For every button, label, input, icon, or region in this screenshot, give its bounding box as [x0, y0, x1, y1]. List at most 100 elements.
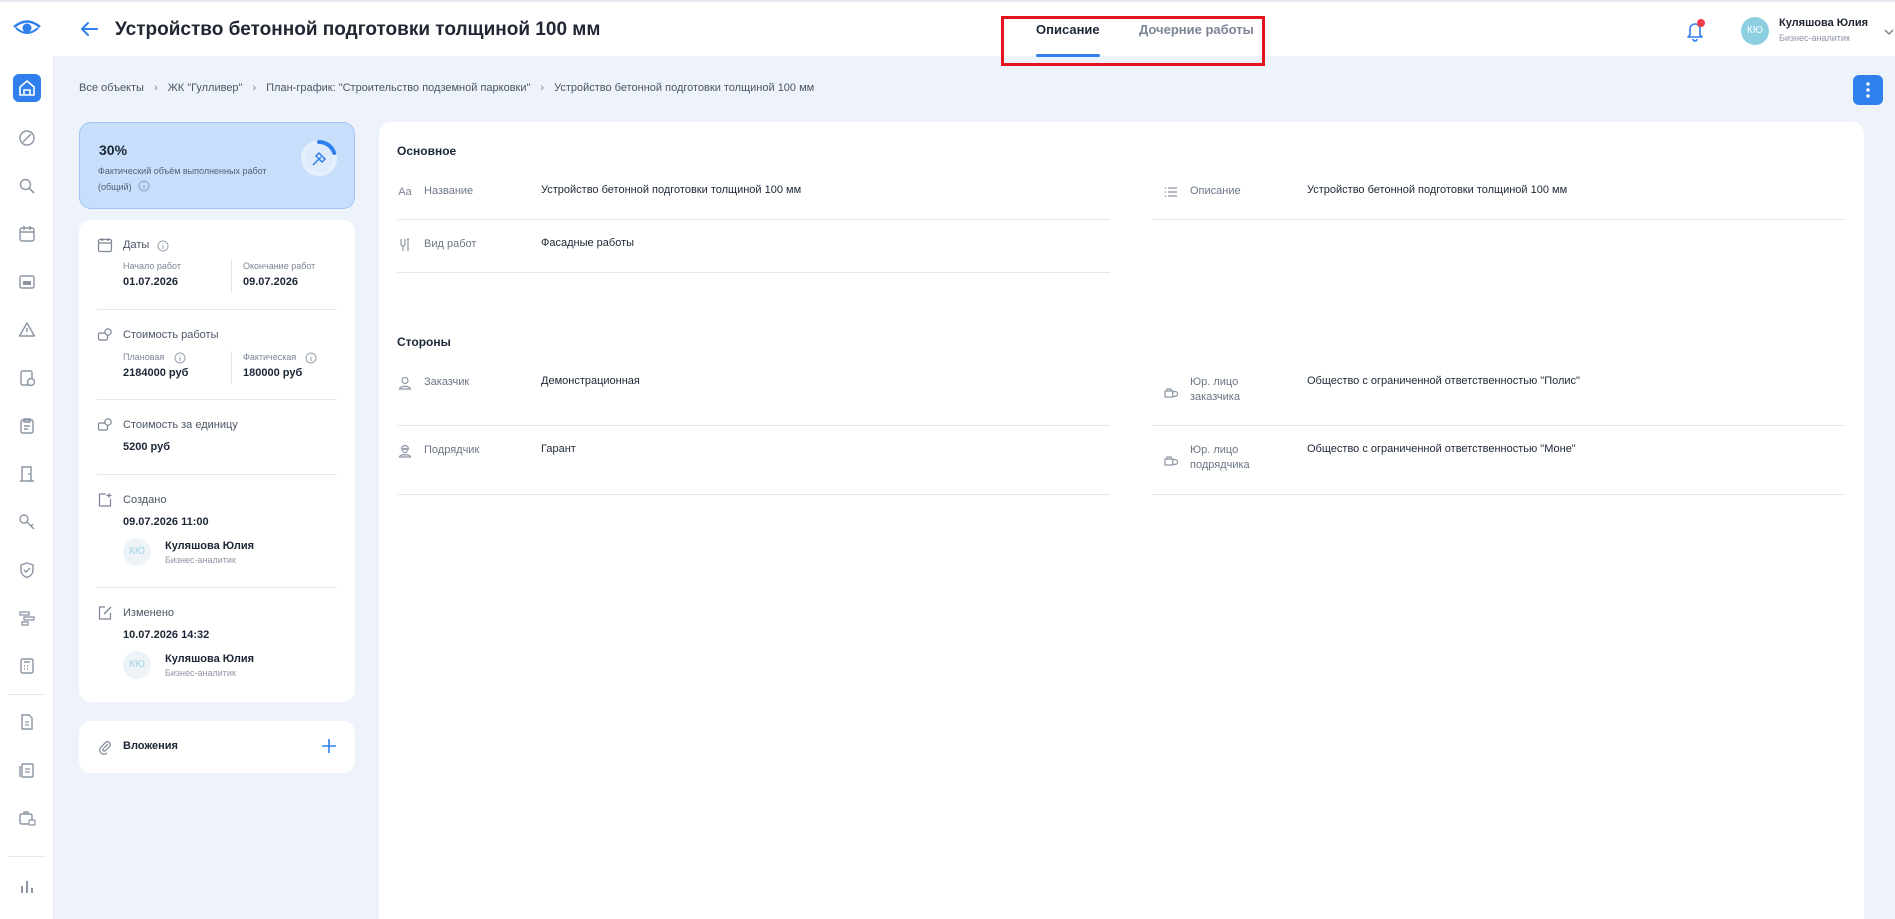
rail-divider	[8, 856, 46, 857]
person-icon	[397, 375, 413, 391]
info-icon[interactable]	[174, 351, 186, 364]
list-icon	[1163, 184, 1179, 200]
created-by-name: Куляшова Юлия	[165, 540, 255, 552]
info-icon[interactable]	[305, 351, 317, 364]
door-icon[interactable]	[15, 462, 39, 486]
checklist-icon[interactable]	[15, 366, 39, 390]
customer-label: Заказчик	[424, 376, 470, 388]
breadcrumb-item[interactable]: План-график: "Строительство подземной па…	[266, 82, 530, 94]
divider	[97, 474, 337, 475]
name-label: Название	[424, 185, 474, 197]
top-bar: Устройство бетонной подготовки толщиной …	[0, 0, 1895, 66]
breadcrumb: Все объекты › ЖК "Гулливер" › План-графи…	[79, 82, 814, 94]
chevron-right-icon: ›	[252, 82, 257, 94]
eye-logo-icon[interactable]	[12, 18, 42, 38]
back-arrow-icon[interactable]	[78, 18, 100, 40]
avatar: КЮ	[123, 538, 151, 566]
edit-icon	[97, 605, 113, 621]
divider	[397, 219, 1110, 220]
divider	[1153, 494, 1845, 495]
more-options-button[interactable]	[1853, 75, 1883, 105]
progress-ring-icon	[299, 138, 339, 178]
user-avatar[interactable]: КЮ	[1741, 17, 1769, 45]
modified-by-role: Бизнес-аналитик	[165, 668, 236, 678]
contractor-value: Гарант	[541, 443, 576, 455]
key-icon[interactable]	[15, 510, 39, 534]
text-format-icon: Aa	[398, 186, 412, 198]
chevron-right-icon: ›	[153, 82, 158, 94]
progress-label-text: Фактический объём выполненных работ (общ…	[98, 166, 267, 192]
created-by-role: Бизнес-аналитик	[165, 555, 236, 565]
clipboard-icon[interactable]	[15, 414, 39, 438]
calendar-icon[interactable]	[15, 222, 39, 246]
divider	[97, 587, 337, 588]
divider	[97, 399, 337, 400]
user-name[interactable]: Куляшова Юлия	[1779, 17, 1868, 29]
planned-cost-value: 2184000 руб	[123, 367, 189, 379]
work-type-value: Фасадные работы	[541, 237, 635, 249]
cost-title: Стоимость работы	[123, 329, 219, 341]
avatar: КЮ	[123, 651, 151, 679]
start-date-value: 01.07.2026	[123, 276, 179, 288]
home-icon[interactable]	[13, 74, 41, 102]
breadcrumb-current: Устройство бетонной подготовки толщиной …	[554, 82, 815, 94]
legal-entity-icon	[1163, 452, 1179, 468]
attachments-title: Вложения	[123, 740, 178, 752]
end-date-value: 09.07.2026	[243, 276, 299, 288]
divider	[231, 260, 232, 292]
document-icon[interactable]	[15, 710, 39, 734]
name-value: Устройство бетонной подготовки толщиной …	[541, 184, 802, 196]
modified-datetime: 10.07.2026 14:32	[123, 629, 210, 641]
created-title: Создано	[123, 494, 167, 506]
search-icon[interactable]	[15, 174, 39, 198]
description-label: Описание	[1190, 185, 1241, 197]
start-date-label: Начало работ	[123, 261, 181, 271]
kebab-icon	[1866, 82, 1870, 98]
end-date-label: Окончание работ	[243, 261, 316, 271]
actual-cost-value: 180000 руб	[243, 367, 303, 379]
notification-dot	[1697, 19, 1705, 27]
actual-cost-label: Фактическая	[243, 352, 297, 362]
compass-icon[interactable]	[15, 126, 39, 150]
breadcrumb-item[interactable]: ЖК "Гулливер"	[168, 82, 243, 94]
contractor-entity-label: Юр. лицо подрядчика	[1190, 444, 1250, 471]
rail-divider	[8, 694, 46, 695]
folder-icon[interactable]	[15, 270, 39, 294]
calculator-icon[interactable]	[15, 654, 39, 678]
chevron-right-icon: ›	[540, 82, 545, 94]
paperclip-icon	[97, 739, 113, 755]
contractor-label: Подрядчик	[424, 444, 480, 456]
documents-icon[interactable]	[15, 758, 39, 782]
planned-cost-label: Плановая	[123, 352, 165, 362]
chevron-down-icon[interactable]	[1883, 24, 1895, 36]
basic-section-title: Основное	[397, 144, 457, 158]
add-document-icon	[97, 492, 113, 508]
briefcase-lock-icon[interactable]	[15, 806, 39, 830]
modified-by-name: Куляшова Юлия	[165, 653, 255, 665]
customer-entity-value: Общество с ограниченной ответственностью…	[1307, 375, 1580, 387]
shield-icon[interactable]	[15, 558, 39, 582]
legal-entity-icon	[1163, 384, 1179, 400]
worker-icon	[397, 443, 413, 459]
progress-label: Фактический объём выполненных работ (общ…	[98, 163, 288, 195]
created-datetime: 09.07.2026 11:00	[123, 516, 209, 528]
progress-value: 30%	[99, 142, 128, 158]
analytics-icon[interactable]	[15, 874, 39, 898]
customer-entity-label: Юр. лицо заказчика	[1190, 376, 1240, 403]
warning-icon[interactable]	[15, 318, 39, 342]
info-icon[interactable]	[157, 239, 169, 252]
attachments-card[interactable]: Вложения	[79, 721, 355, 773]
divider	[397, 272, 1110, 273]
page-title: Устройство бетонной подготовки толщиной …	[115, 19, 601, 40]
parties-section-title: Стороны	[397, 335, 451, 349]
tabs-highlight-box	[1001, 16, 1265, 66]
customer-value: Демонстрационная	[541, 375, 640, 387]
gantt-icon[interactable]	[15, 606, 39, 630]
divider	[1153, 425, 1845, 426]
contractor-entity-value: Общество с ограниченной ответственностью…	[1307, 443, 1576, 455]
divider	[397, 425, 1110, 426]
wrench-icon	[397, 237, 413, 253]
breadcrumb-item[interactable]: Все объекты	[79, 82, 144, 94]
dates-title: Даты	[123, 239, 150, 251]
add-attachment-icon[interactable]	[319, 736, 339, 756]
